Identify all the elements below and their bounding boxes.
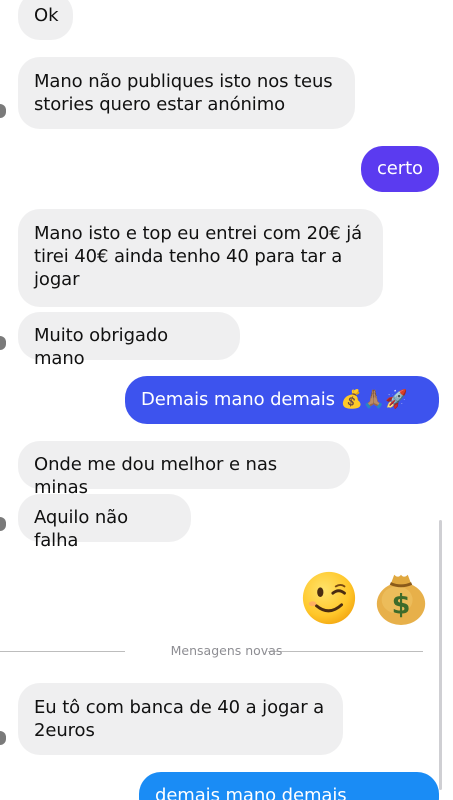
scrollbar[interactable] <box>439 520 442 790</box>
chat-thread[interactable]: Ok Mano não publiques isto nos teus stor… <box>0 0 453 800</box>
incoming-message[interactable]: Muito obrigado mano <box>18 312 240 369</box>
money-bag-emoji-icon: $ <box>376 574 426 625</box>
avatar[interactable] <box>0 731 6 745</box>
svg-text:$: $ <box>392 589 411 620</box>
new-messages-divider-label: Mensagens novas <box>170 643 283 658</box>
outgoing-message[interactable]: Demais mano demais 💰🙏🏽🚀 <box>125 376 439 424</box>
avatar[interactable] <box>0 104 6 118</box>
incoming-message[interactable]: Ok <box>18 0 73 40</box>
outgoing-message[interactable]: demais mano demais mesmo! <box>139 772 439 800</box>
incoming-message[interactable]: Eu tô com banca de 40 a jogar a 2euros <box>18 683 343 755</box>
incoming-message[interactable]: Mano não publiques isto nos teus stories… <box>18 57 355 129</box>
avatar[interactable] <box>0 517 6 531</box>
outgoing-message[interactable]: certo <box>361 146 439 192</box>
outgoing-emoji-message[interactable]: $ <box>300 565 430 631</box>
incoming-message[interactable]: Aquilo não falha <box>18 494 191 551</box>
incoming-message[interactable]: Mano isto e top eu entrei com 20€ já tir… <box>18 209 383 307</box>
incoming-message[interactable]: Onde me dou melhor e nas minas <box>18 441 350 498</box>
wink-emoji-icon <box>302 571 356 625</box>
avatar[interactable] <box>0 336 6 350</box>
